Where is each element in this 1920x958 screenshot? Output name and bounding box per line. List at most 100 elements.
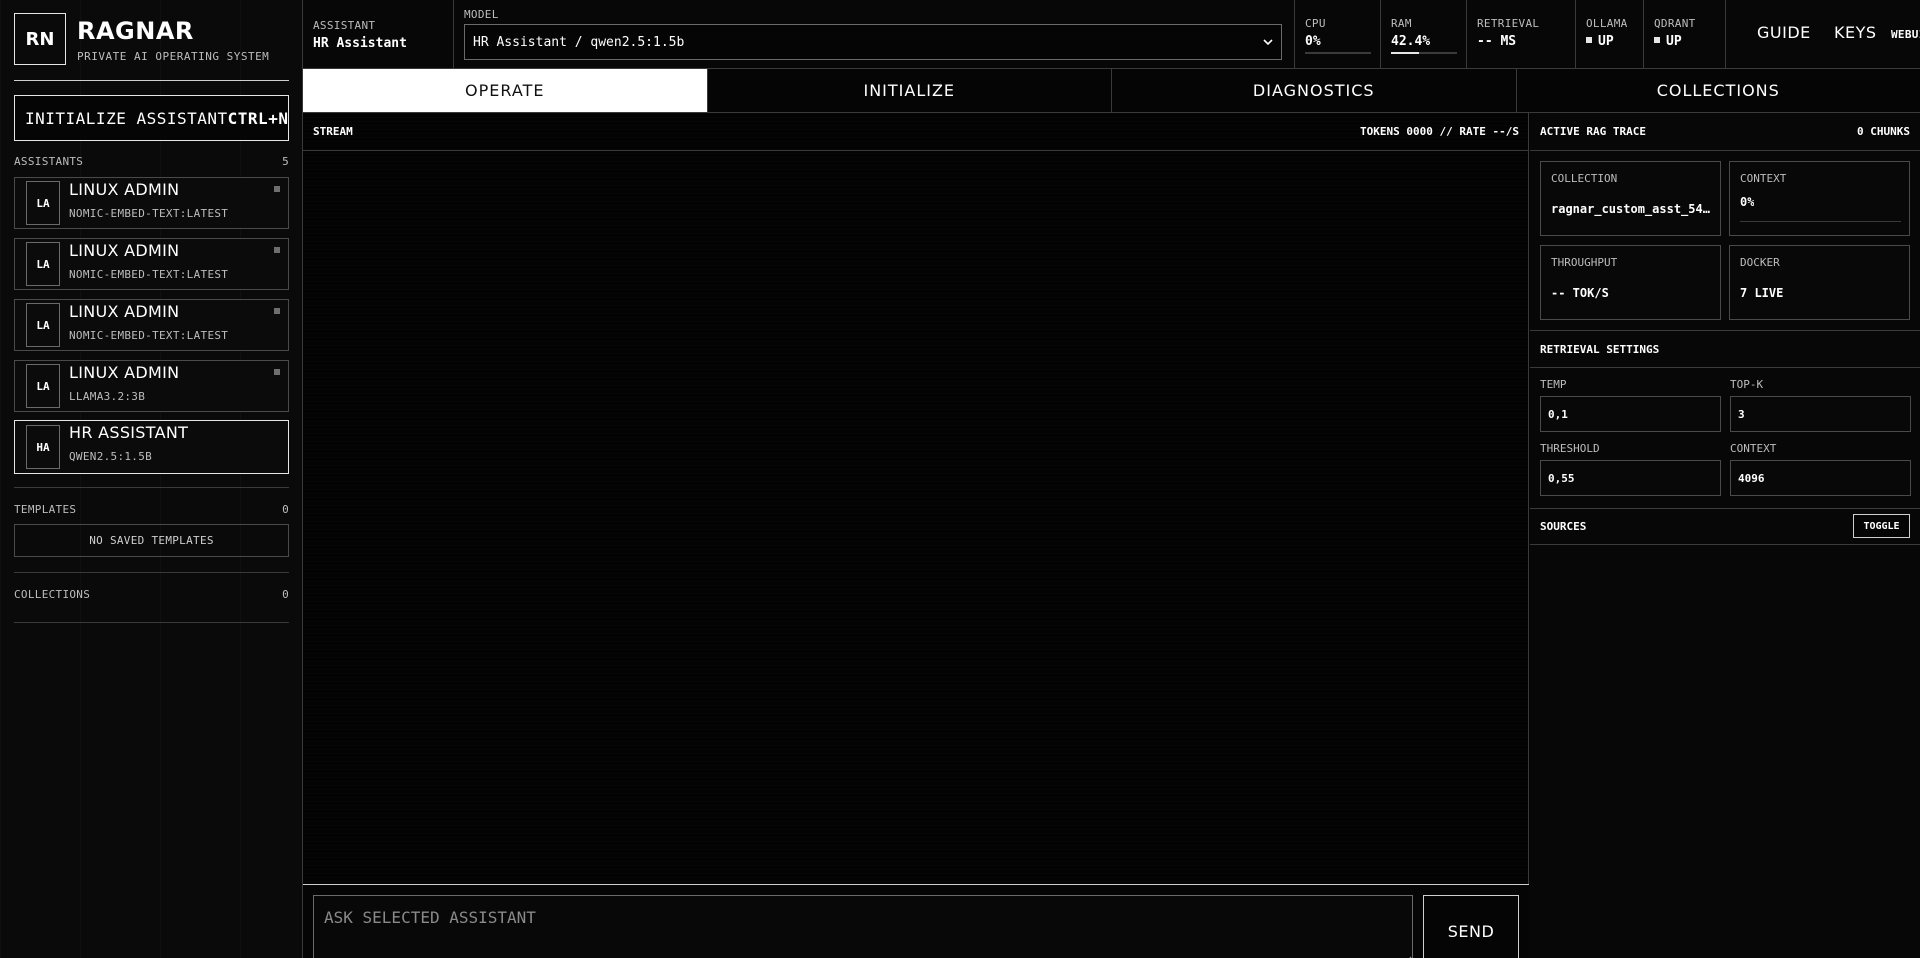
ollama-cell: OLLAMA UP [1576,0,1644,69]
context-size-input[interactable] [1730,460,1911,496]
collections-title: COLLECTIONS [14,588,91,601]
assistant-cell: ASSISTANT HR Assistant [303,0,454,69]
threshold-input[interactable] [1540,460,1721,496]
collection-label: COLLECTION [1551,172,1618,185]
templates-count: 0 [282,503,289,516]
ram-meter-fill [1391,52,1419,54]
initialize-assistant-label: INITIALIZE ASSISTANT [25,108,228,128]
ram-cell: RAM 42.4% [1381,0,1467,69]
assistant-name: LINUX ADMIN [69,241,180,260]
temp-label: TEMP [1540,378,1567,391]
assistant-model: NOMIC-EMBED-TEXT:LATEST [69,207,229,220]
assistants-title: ASSISTANTS [14,155,84,168]
templates-empty-state: NO SAVED TEMPLATES [14,524,289,557]
model-select[interactable]: HR Assistant / qwen2.5:1.5b [464,24,1282,60]
retrieval-cell: RETRIEVAL -- MS [1467,0,1576,69]
initialize-assistant-button[interactable]: INITIALIZE ASSISTANT CTRL+N [14,95,289,141]
tab-diagnostics[interactable]: DIAGNOSTICS [1112,69,1517,112]
ram-value: 42.4% [1391,34,1431,49]
status-indicator-icon [274,186,280,192]
divider [14,572,289,573]
brand-name: RAGNAR [77,16,194,45]
qdrant-value: UP [1666,34,1682,49]
model-cell: MODEL HR Assistant / qwen2.5:1.5b [454,0,1295,69]
stream-panel: STREAM TOKENS 0000 // RATE --/S SEND [303,113,1529,958]
assistant-value: HR Assistant [313,36,407,51]
rag-header: ACTIVE RAG TRACE 0 CHUNKS [1530,113,1920,151]
tab-initialize[interactable]: INITIALIZE [707,69,1112,112]
model-select-value: HR Assistant / qwen2.5:1.5b [473,34,685,50]
ram-meter [1391,52,1457,54]
context-label: CONTEXT [1740,172,1787,185]
main-tabs: OPERATE INITIALIZE DIAGNOSTICS COLLECTIO… [303,69,1920,113]
assistant-item-selected[interactable]: HA HR ASSISTANT QWEN2.5:1.5B [14,420,289,474]
rag-trace-panel: ACTIVE RAG TRACE 0 CHUNKS COLLECTION rag… [1530,113,1920,958]
assistant-item[interactable]: LA LINUX ADMIN NOMIC-EMBED-TEXT:LATEST [14,177,289,229]
assistant-avatar: LA [26,364,60,408]
tab-operate[interactable]: OPERATE [303,69,708,112]
assistant-item[interactable]: LA LINUX ADMIN NOMIC-EMBED-TEXT:LATEST [14,238,289,290]
context-meter [1740,221,1901,222]
assistant-item[interactable]: LA LINUX ADMIN LLAMA3.2:3B [14,360,289,412]
ask-input[interactable] [313,895,1413,958]
status-dot-icon [1586,37,1592,43]
webui-link[interactable]: WEBUI [1891,28,1920,41]
status-indicator-icon [274,369,280,375]
assistant-model: NOMIC-EMBED-TEXT:LATEST [69,268,229,281]
keys-link[interactable]: KEYS [1834,23,1877,42]
assistant-avatar: LA [26,303,60,347]
ram-label: RAM [1391,17,1412,30]
ollama-label: OLLAMA [1586,17,1628,30]
templates-header: TEMPLATES 0 [14,503,289,516]
cpu-cell: CPU 0% [1295,0,1381,69]
status-indicator-icon [274,247,280,253]
assistant-avatar: LA [26,181,60,225]
throughput-label: THROUGHPUT [1551,256,1618,269]
assistant-avatar: HA [26,425,60,469]
send-button[interactable]: SEND [1423,895,1519,958]
divider [1530,330,1920,331]
sources-toggle-button[interactable]: TOGGLE [1853,514,1910,538]
throughput-value: -- TOK/S [1551,286,1609,300]
collection-value: ragnar_custom_asst_54a1b2c3 [1551,202,1712,216]
assistants-header: ASSISTANTS 5 [14,155,289,168]
ollama-value: UP [1598,34,1614,49]
composer: SEND [303,884,1529,958]
assistant-model: NOMIC-EMBED-TEXT:LATEST [69,329,229,342]
top-bar: ASSISTANT HR Assistant MODEL HR Assistan… [303,0,1920,69]
divider [14,487,289,488]
topk-label: TOP-K [1730,378,1764,391]
tab-collections[interactable]: COLLECTIONS [1516,69,1920,112]
qdrant-label: QDRANT [1654,17,1696,30]
collections-header: COLLECTIONS 0 [14,588,289,601]
retrieval-settings-title: RETRIEVAL SETTINGS [1540,343,1660,356]
brand: RN RAGNAR PRIVATE AI OPERATING SYSTEM [14,13,269,65]
collections-count: 0 [282,588,289,601]
docker-card: DOCKER 7 LIVE [1729,245,1910,320]
rag-chunks: 0 CHUNKS [1857,125,1910,138]
docker-label: DOCKER [1740,256,1780,269]
guide-link[interactable]: GUIDE [1757,23,1811,42]
collection-card: COLLECTION ragnar_custom_asst_54a1b2c3 [1540,161,1721,236]
sidebar: RN RAGNAR PRIVATE AI OPERATING SYSTEM IN… [0,0,303,958]
status-dot-icon [1654,37,1660,43]
brand-subtitle: PRIVATE AI OPERATING SYSTEM [77,49,270,63]
temp-input[interactable] [1540,396,1721,432]
templates-title: TEMPLATES [14,503,77,516]
assistant-model: LLAMA3.2:3B [69,390,146,403]
threshold-label: THRESHOLD [1540,442,1600,455]
assistant-name: HR ASSISTANT [69,423,189,442]
docker-value: 7 LIVE [1740,286,1784,300]
assistant-item[interactable]: LA LINUX ADMIN NOMIC-EMBED-TEXT:LATEST [14,299,289,351]
stream-stats: TOKENS 0000 // RATE --/S [1360,125,1519,138]
retrieval-label: RETRIEVAL [1477,17,1540,30]
divider [1530,508,1920,509]
assistant-label: ASSISTANT [313,19,376,32]
context-card: CONTEXT 0% [1729,161,1910,236]
assistant-avatar: LA [26,242,60,286]
cpu-meter [1305,52,1371,54]
assistant-name: LINUX ADMIN [69,363,180,382]
retrieval-value: -- MS [1477,34,1517,49]
context-value: 0% [1740,195,1755,209]
topk-input[interactable] [1730,396,1911,432]
